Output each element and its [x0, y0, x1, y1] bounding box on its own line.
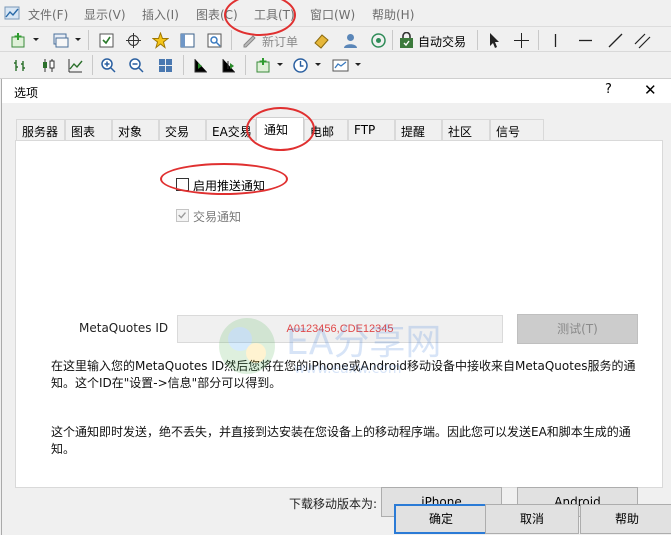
- strategy-tester-icon[interactable]: [204, 30, 224, 50]
- templates-icon[interactable]: [330, 55, 350, 75]
- tab-server[interactable]: 服务器: [16, 119, 65, 140]
- test-button[interactable]: 测试(T): [517, 314, 638, 344]
- tab-objects[interactable]: 对象: [112, 119, 159, 140]
- vertical-line-icon[interactable]: [545, 30, 565, 50]
- cancel-button[interactable]: 取消: [485, 504, 579, 534]
- crosshair-icon[interactable]: [123, 30, 143, 50]
- notifications-panel: 启用推送通知 交易通知 MetaQuotes ID A0123456,CDE12…: [15, 140, 663, 517]
- tab-alerts[interactable]: 提醒: [395, 119, 442, 140]
- tab-charts[interactable]: 图表: [65, 119, 112, 140]
- candlestick-icon[interactable]: [38, 55, 58, 75]
- zoom-in-icon[interactable]: [98, 55, 118, 75]
- navigator-icon[interactable]: [150, 30, 170, 50]
- horizontal-line-icon[interactable]: [575, 30, 595, 50]
- market-watch-icon[interactable]: [96, 30, 116, 50]
- tile-windows-icon[interactable]: [155, 55, 175, 75]
- bar-chart-icon[interactable]: [10, 55, 30, 75]
- trendline-icon[interactable]: [605, 30, 625, 50]
- menu-tools[interactable]: 工具(T): [254, 6, 295, 23]
- menu-bar: 文件(F) 显示(V) 插入(I) 图表(C) 工具(T) 窗口(W) 帮助(H…: [0, 0, 671, 27]
- help-button[interactable]: 帮助: [580, 504, 671, 534]
- menu-file[interactable]: 文件(F): [28, 6, 68, 23]
- download-label: 下载移动版本为:: [289, 497, 378, 511]
- tab-community[interactable]: 社区: [442, 119, 490, 140]
- trade-notify-label: 交易通知: [193, 210, 242, 224]
- enable-push-label[interactable]: 启用推送通知: [193, 177, 265, 194]
- ok-button[interactable]: 确定: [394, 504, 488, 534]
- auto-trading-button[interactable]: 自动交易: [418, 33, 466, 50]
- tab-trade[interactable]: 交易: [159, 119, 206, 140]
- signal-broadcast-icon[interactable]: [368, 30, 388, 50]
- metaeditor-icon[interactable]: [311, 30, 331, 50]
- tab-signals[interactable]: 信号: [490, 119, 544, 140]
- tab-email[interactable]: 电邮: [304, 119, 348, 140]
- channel-icon[interactable]: [632, 30, 652, 50]
- line-chart-icon[interactable]: [65, 55, 85, 75]
- menu-insert[interactable]: 插入(I): [142, 6, 179, 23]
- options-dialog: 选项 ? ✕ 服务器 图表 对象 交易 EA交易 通知 电邮 FTP 提醒 社区…: [1, 79, 671, 535]
- menu-window[interactable]: 窗口(W): [310, 6, 355, 23]
- app-icon: [4, 6, 20, 20]
- close-icon[interactable]: ✕: [644, 81, 657, 99]
- checkmark-icon: [178, 212, 186, 219]
- standard-toolbar: 新订单 自动交易: [0, 27, 671, 52]
- user-icon[interactable]: [340, 30, 360, 50]
- timeframes-icon[interactable]: [290, 55, 310, 75]
- description-paragraph-2: 这个通知即时发送，绝不丢失，并直接到达安装在您设备上的移动程序端。因此您可以发送…: [51, 425, 631, 456]
- autoscroll-icon[interactable]: [218, 55, 238, 75]
- tab-strip: 服务器 图表 对象 交易 EA交易 通知 电邮 FTP 提醒 社区 信号: [2, 117, 671, 141]
- new-order-button[interactable]: 新订单: [262, 33, 298, 50]
- chart-shift-icon[interactable]: [190, 55, 210, 75]
- new-order-icon[interactable]: [239, 30, 259, 50]
- description-paragraph-1: 在这里输入您的MetaQuotes ID然后您将在您的iPhone或Androi…: [51, 359, 636, 390]
- metaquotes-id-input[interactable]: A0123456,CDE12345: [177, 315, 503, 343]
- tab-notifications[interactable]: 通知: [256, 117, 304, 141]
- profiles-icon[interactable]: [50, 30, 70, 50]
- help-icon[interactable]: ?: [605, 82, 612, 97]
- trade-notify-checkbox[interactable]: [176, 209, 189, 222]
- cursor-icon[interactable]: [484, 30, 504, 50]
- menu-help[interactable]: 帮助(H): [372, 6, 414, 23]
- dialog-title: 选项: [14, 86, 39, 100]
- new-chart-icon[interactable]: [8, 30, 28, 50]
- indicators-icon[interactable]: [253, 55, 273, 75]
- charts-toolbar: [0, 52, 671, 79]
- tab-expert-advisors[interactable]: EA交易: [206, 119, 256, 140]
- zoom-out-icon[interactable]: [126, 55, 146, 75]
- menu-view[interactable]: 显示(V): [84, 6, 126, 23]
- metaquotes-id-label: MetaQuotes ID: [79, 321, 169, 335]
- terminal-icon[interactable]: [177, 30, 197, 50]
- enable-push-checkbox[interactable]: [176, 178, 189, 191]
- crosshair-tool-icon[interactable]: [511, 30, 531, 50]
- dialog-titlebar: 选项 ? ✕: [2, 79, 671, 103]
- auto-trading-icon[interactable]: [396, 30, 416, 50]
- tab-ftp[interactable]: FTP: [348, 119, 395, 140]
- menu-charts[interactable]: 图表(C): [196, 6, 238, 23]
